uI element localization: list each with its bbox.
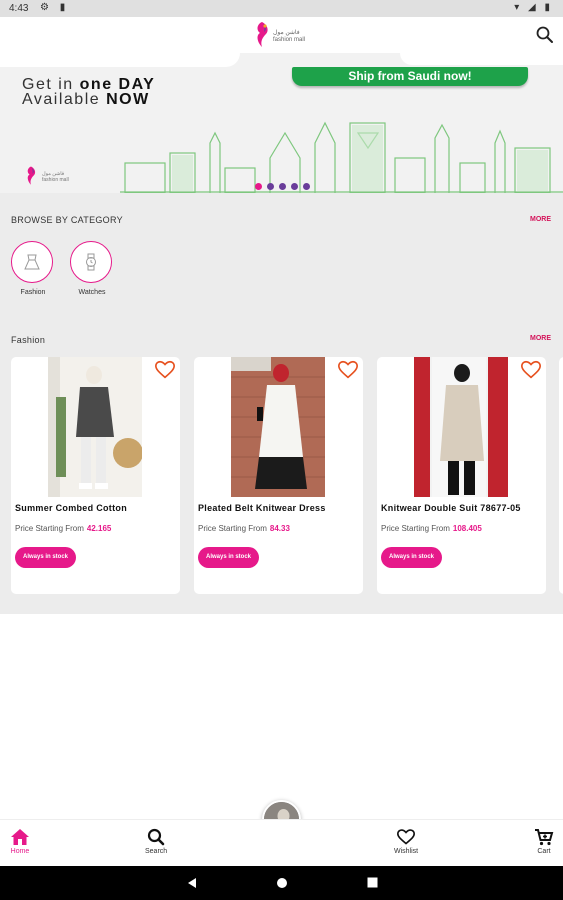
product-card[interactable]: Summer Combed Cotton Price Starting From… xyxy=(11,357,180,594)
wishlist-heart-icon[interactable] xyxy=(520,359,542,381)
system-nav-bar xyxy=(0,866,563,900)
price-prefix: Price Starting From xyxy=(381,524,450,533)
logo-text: فاشن مول fashion mall xyxy=(273,30,323,44)
price-prefix: Price Starting From xyxy=(198,524,267,533)
nav-search-label: Search xyxy=(145,848,168,855)
category-watches-circle xyxy=(70,241,112,283)
nav-wishlist-label: Wishlist xyxy=(394,848,419,855)
wishlist-heart-icon[interactable] xyxy=(154,359,176,381)
nav-home-label: Home xyxy=(10,848,30,855)
product-name: Summer Combed Cotton xyxy=(15,503,128,513)
nav-cart[interactable]: Cart xyxy=(534,828,554,855)
logo-text-ar: فاشن مول xyxy=(273,30,300,36)
status-time: 4:43 xyxy=(9,3,29,14)
product-image xyxy=(231,357,325,497)
product-name: Pleated Belt Knitwear Dress xyxy=(198,503,326,513)
carousel-dot[interactable] xyxy=(279,183,286,190)
bottom-nav: Home Search Wishlist Cart xyxy=(0,819,563,866)
product-image xyxy=(414,357,508,497)
banner-tab-shape xyxy=(0,53,240,67)
nav-cart-label: Cart xyxy=(537,848,551,855)
heart-icon xyxy=(397,829,416,845)
carousel-dot[interactable] xyxy=(267,183,274,190)
product-card[interactable]: Pleated Belt Knitwear Dress Price Starti… xyxy=(194,357,363,594)
product-price: Price Starting From 42.165 xyxy=(15,524,111,533)
banner-logo: فاشن مول fashion mall xyxy=(22,165,102,187)
nav-search[interactable]: Search xyxy=(145,828,167,855)
dress-icon xyxy=(24,254,40,270)
category-watches-label: Watches xyxy=(78,289,106,296)
carousel-dot[interactable] xyxy=(255,183,262,190)
browse-category-title: BROWSE BY CATEGORY xyxy=(11,215,123,225)
nav-wishlist[interactable]: Wishlist xyxy=(394,828,418,855)
app-header: فاشن مول fashion mall xyxy=(0,17,563,57)
status-bar: 4:43 ⚙ ▮ ▾ ◢ ▮ xyxy=(0,0,563,17)
promo-banner[interactable]: Get in one DAY Available NOW Ship from S… xyxy=(0,53,563,193)
stock-button[interactable]: Always in stock xyxy=(381,547,443,568)
carousel-dot[interactable] xyxy=(291,183,298,190)
stock-button[interactable]: Always in stock xyxy=(198,547,260,568)
cart-icon xyxy=(535,829,554,846)
product-card[interactable]: Knitwear Double Suit 78677-05 Price Star… xyxy=(377,357,546,594)
watch-icon xyxy=(86,253,96,271)
product-price: Price Starting From 108.405 xyxy=(381,524,482,533)
wishlist-heart-icon[interactable] xyxy=(337,359,359,381)
product-price: Price Starting From 84.33 xyxy=(198,524,290,533)
status-left-icons: ⚙ ▮ xyxy=(40,2,70,13)
search-icon xyxy=(147,828,165,846)
fashion-section-title: Fashion xyxy=(11,335,46,345)
banner-line2-prefix: Available xyxy=(22,91,107,108)
category-fashion-circle xyxy=(11,241,53,283)
recents-icon[interactable] xyxy=(367,877,378,888)
banner-tab-shape-right xyxy=(400,53,563,65)
back-icon[interactable] xyxy=(187,877,197,889)
home-icon xyxy=(11,829,29,845)
logo-mark-icon xyxy=(257,22,268,47)
category-fashion[interactable]: Fashion xyxy=(11,241,55,296)
banner-headline: Get in one DAY Available NOW xyxy=(22,77,155,108)
banner-logo-text: فاشن مول fashion mall xyxy=(42,171,69,183)
app-logo[interactable]: فاشن مول fashion mall xyxy=(253,20,323,54)
ship-badge: Ship from Saudi now! xyxy=(292,67,528,86)
banner-line2-bold: NOW xyxy=(106,91,150,108)
nav-home[interactable]: Home xyxy=(10,828,30,855)
carousel-dots[interactable] xyxy=(255,177,315,190)
category-watches[interactable]: Watches xyxy=(70,241,114,296)
logo-text-en: fashion mall xyxy=(273,37,306,43)
fashion-more-link[interactable]: MORE xyxy=(530,335,551,342)
price-value: 84.33 xyxy=(269,524,290,533)
price-value: 108.405 xyxy=(452,524,482,533)
price-value: 42.165 xyxy=(86,524,112,533)
home-button-icon[interactable] xyxy=(276,877,288,889)
product-image xyxy=(48,357,142,497)
banner-logo-text-en: fashion mall xyxy=(42,177,69,183)
skyline-illustration xyxy=(120,121,563,193)
browse-more-link[interactable]: MORE xyxy=(530,216,551,223)
banner-logo-mark-icon xyxy=(27,166,36,185)
carousel-dot[interactable] xyxy=(303,183,310,190)
price-prefix: Price Starting From xyxy=(15,524,84,533)
product-card-peek[interactable] xyxy=(559,357,563,594)
stock-button[interactable]: Always in stock xyxy=(15,547,77,568)
product-name: Knitwear Double Suit 78677-05 xyxy=(381,503,521,513)
search-icon[interactable] xyxy=(535,25,555,45)
status-right-icons: ▾ ◢ ▮ xyxy=(514,2,553,13)
category-fashion-label: Fashion xyxy=(20,289,46,296)
